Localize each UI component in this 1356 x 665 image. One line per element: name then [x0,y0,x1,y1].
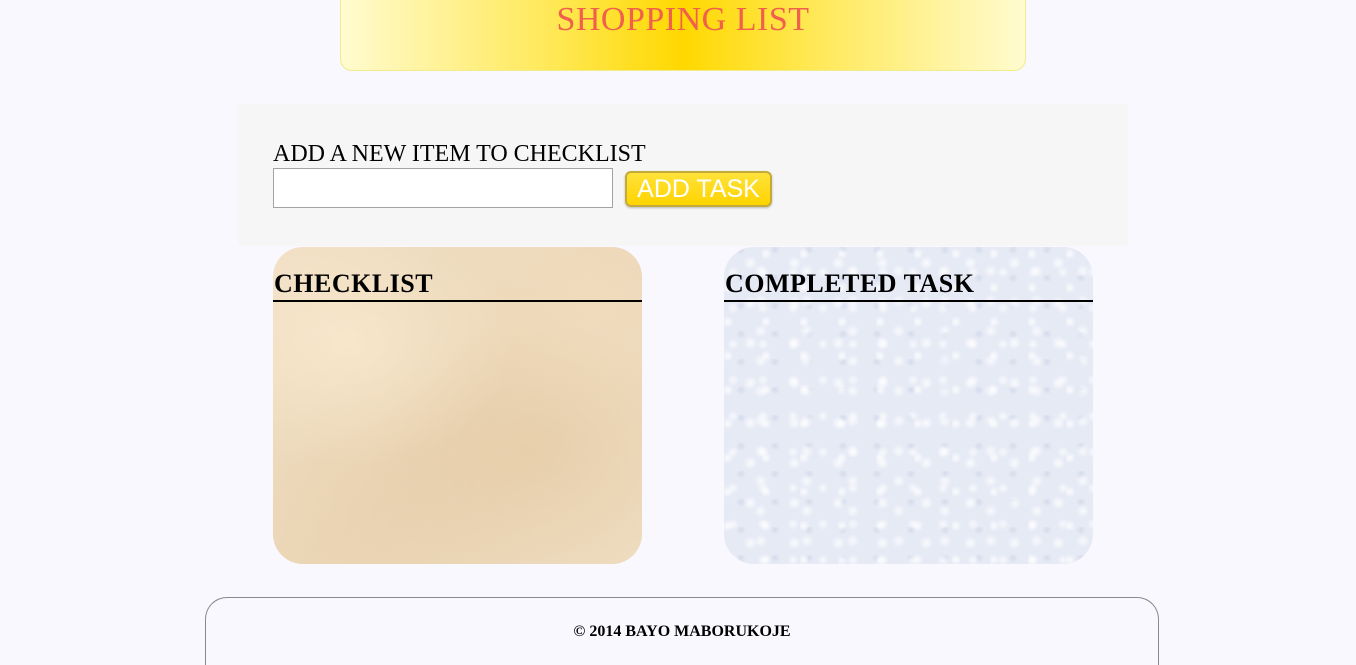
page-title: SHOPPING LIST [556,1,810,38]
new-item-input[interactable] [273,168,613,208]
page: SHOPPING LIST ADD A NEW ITEM TO CHECKLIS… [0,0,1356,665]
completed-task-panel: COMPLETED TASK [724,247,1093,564]
add-item-form: ADD A NEW ITEM TO CHECKLIST ADD TASK [238,104,1128,246]
checklist-title: CHECKLIST [273,269,642,302]
copyright-text: © 2014 BAYO MABORUKOJE [573,623,791,640]
header-banner: SHOPPING LIST [340,0,1026,71]
add-task-button[interactable]: ADD TASK [625,171,772,207]
completed-task-title: COMPLETED TASK [724,269,1093,302]
checklist-panel: CHECKLIST [273,247,642,564]
add-item-label: ADD A NEW ITEM TO CHECKLIST [273,141,646,167]
footer: © 2014 BAYO MABORUKOJE [205,597,1159,665]
